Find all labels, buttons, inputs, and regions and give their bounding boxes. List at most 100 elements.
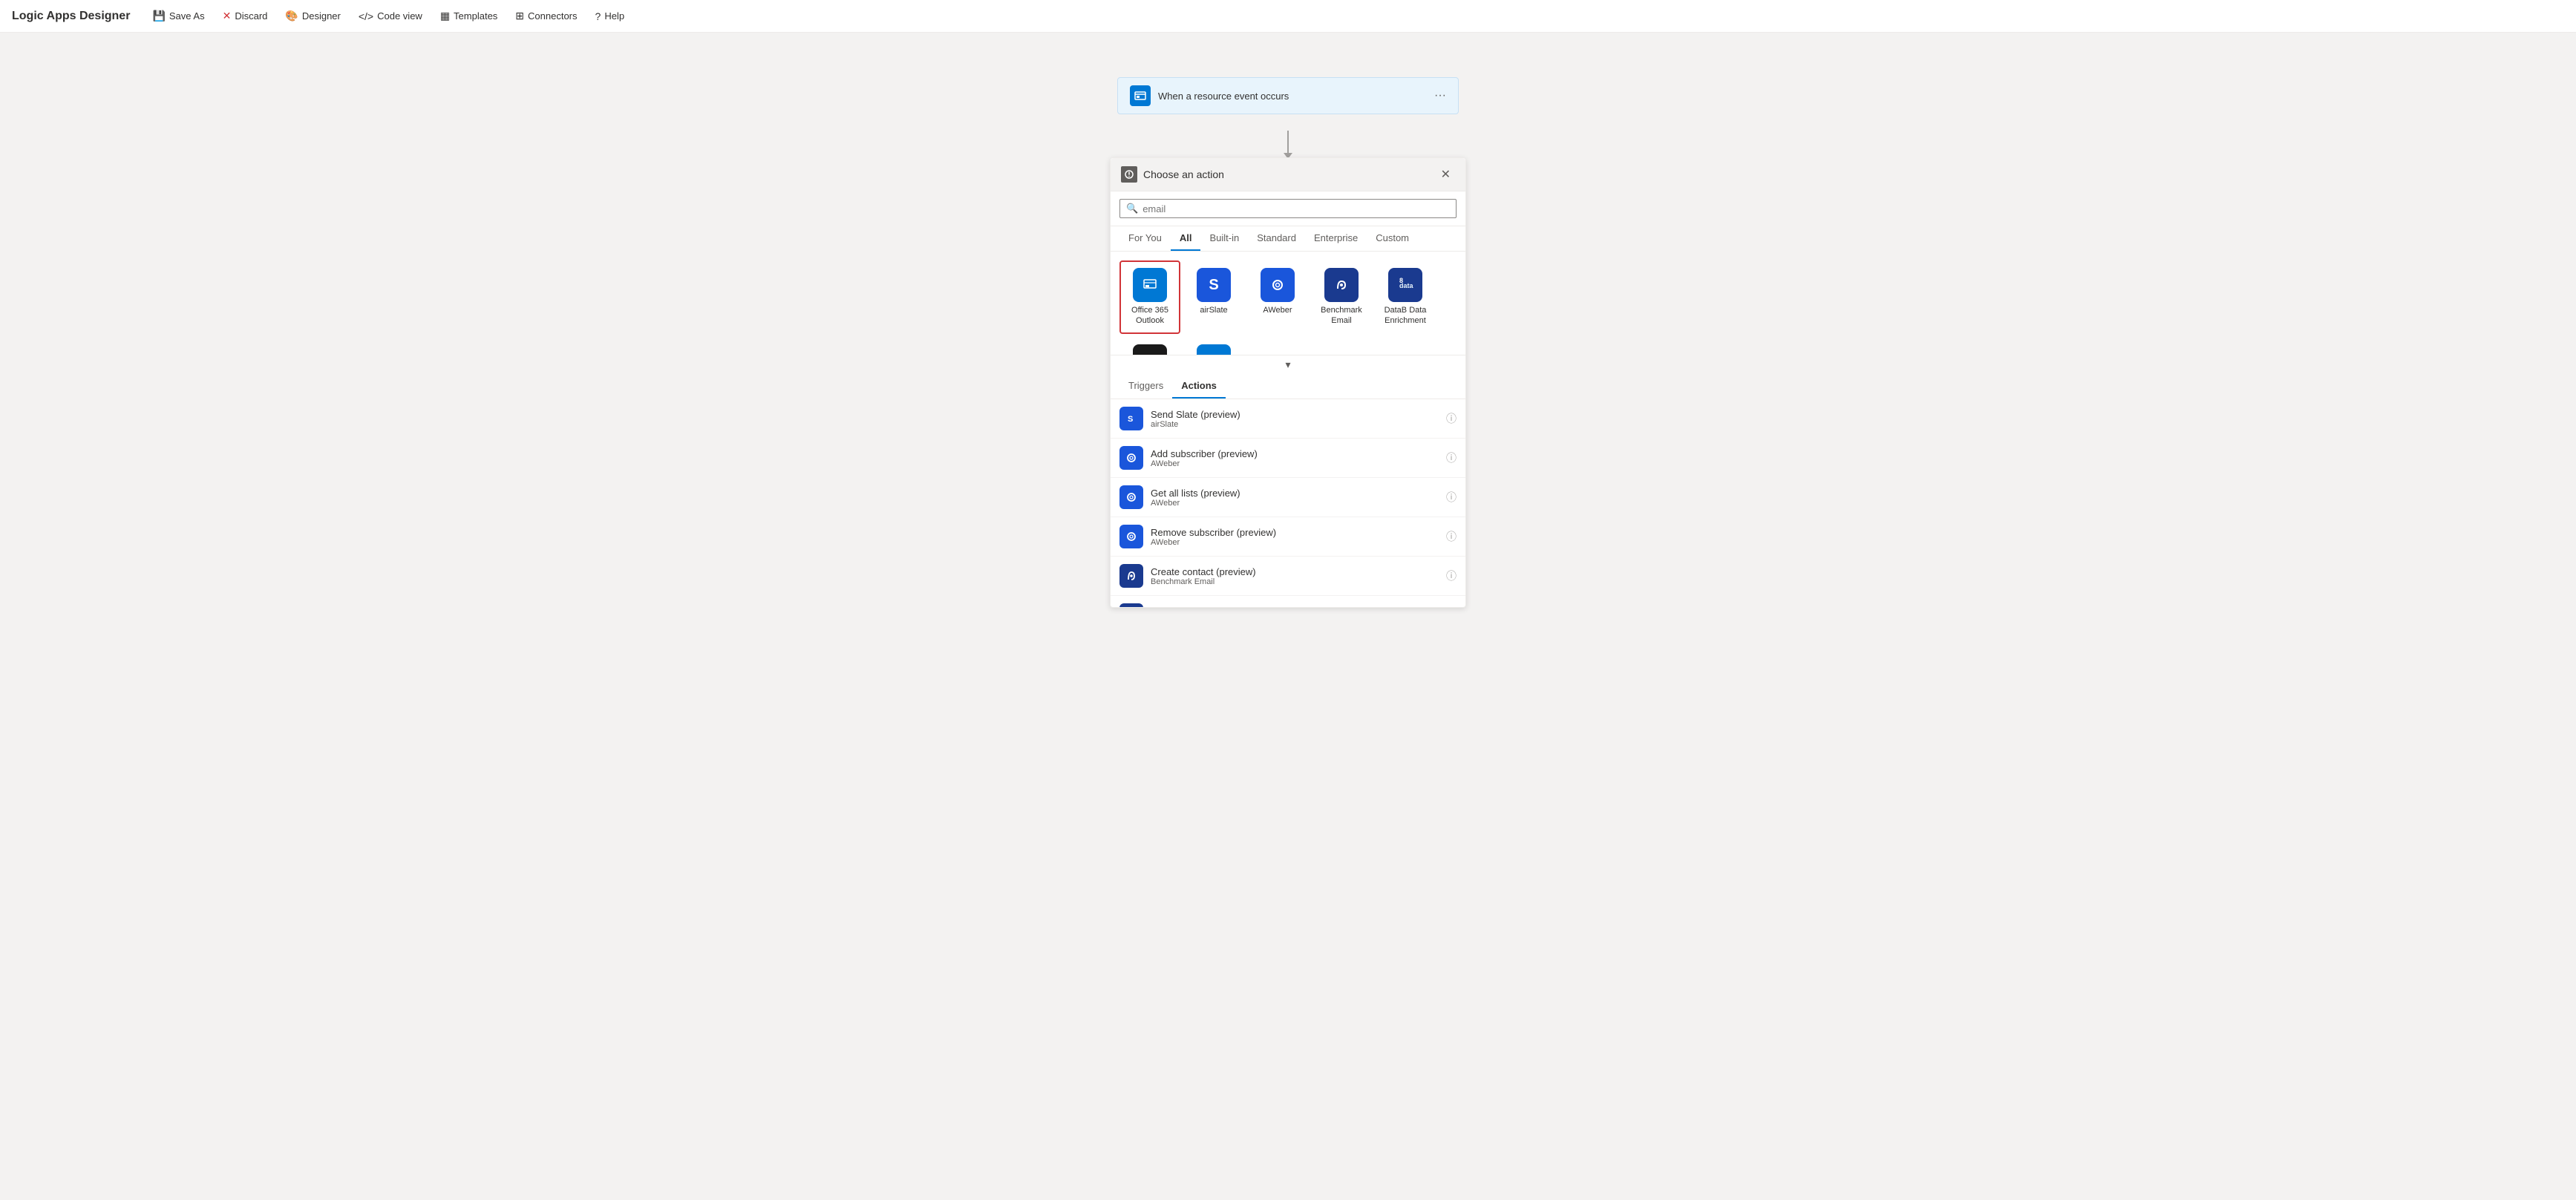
discard-button[interactable]: ✕ Discard <box>215 5 275 27</box>
action-info-icon-remove-subscriber[interactable]: ⓘ <box>1446 529 1457 544</box>
action-icon-create-list <box>1119 603 1143 607</box>
save-icon: 💾 <box>152 10 165 22</box>
action-item-add-subscriber[interactable]: Add subscriber (preview)AWeber ⓘ <box>1111 439 1465 478</box>
search-input[interactable]: email <box>1142 203 1450 214</box>
code-view-label: Code view <box>377 10 422 22</box>
action-item-send-slate[interactable]: S Send Slate (preview)airSlate ⓘ <box>1111 399 1465 439</box>
action-name-remove-subscriber: Remove subscriber (preview) <box>1151 527 1439 538</box>
action-icon-get-all-lists <box>1119 485 1143 509</box>
connectors-button[interactable]: ⊞ Connectors <box>508 5 584 27</box>
connectors-grid: Office 365 Outlook SairSlate AWeber Bench… <box>1111 252 1465 355</box>
actions-list: S Send Slate (preview)airSlate ⓘ Add subs… <box>1111 399 1465 607</box>
sub-tab-triggers[interactable]: Triggers <box>1119 374 1172 399</box>
trigger-title: When a resource event occurs <box>1158 91 1427 102</box>
canvas: When a resource event occurs ··· Choose … <box>0 33 2576 1200</box>
search-box: 🔍 email <box>1111 191 1465 226</box>
discard-icon: ✕ <box>223 10 232 22</box>
trigger-menu-icon[interactable]: ··· <box>1434 89 1446 102</box>
connector-icon-dynamic <box>1197 344 1231 355</box>
sub-tab-actions[interactable]: Actions <box>1172 374 1226 399</box>
connector-aweber[interactable]: AWeber <box>1247 260 1308 334</box>
action-info-icon-create-contact[interactable]: ⓘ <box>1446 568 1457 583</box>
designer-label: Designer <box>302 10 341 22</box>
action-item-remove-subscriber[interactable]: Remove subscriber (preview)AWeber ⓘ <box>1111 517 1465 557</box>
tabs-row: For YouAllBuilt-inStandardEnterpriseCust… <box>1111 226 1465 252</box>
tab-for-you[interactable]: For You <box>1119 226 1171 251</box>
panel-header: Choose an action ✕ <box>1111 158 1465 191</box>
connector-dynamic[interactable]: Dynamic Signal <box>1183 337 1244 355</box>
trigger-block[interactable]: When a resource event occurs ··· <box>1117 77 1459 114</box>
search-icon: 🔍 <box>1126 203 1138 214</box>
connector-icon-dataB: data 8 <box>1388 268 1422 302</box>
chevron-down-icon: ▾ <box>1285 358 1290 371</box>
help-label: Help <box>604 10 624 22</box>
tab-enterprise[interactable]: Enterprise <box>1305 226 1367 251</box>
app-title: Logic Apps Designer <box>12 10 130 23</box>
connector-icon-derdack <box>1133 344 1167 355</box>
connector-label-dataB: DataB Data Enrichment <box>1379 305 1431 327</box>
action-name-create-list: Create list (preview) <box>1151 606 1439 608</box>
connector-label-airslate: airSlate <box>1200 305 1227 315</box>
designer-button[interactable]: 🎨 Designer <box>278 5 347 27</box>
action-icon-add-subscriber <box>1119 446 1143 470</box>
expand-row[interactable]: ▾ <box>1111 355 1465 374</box>
action-name-create-contact: Create contact (preview) <box>1151 566 1439 577</box>
svg-text:8: 8 <box>1399 277 1403 284</box>
action-item-create-list[interactable]: Create list (preview)Benchmark Emailⓘ <box>1111 596 1465 607</box>
action-provider-get-all-lists: AWeber <box>1151 499 1439 508</box>
action-item-get-all-lists[interactable]: Get all lists (preview)AWeber ⓘ <box>1111 478 1465 517</box>
action-text-send-slate: Send Slate (preview)airSlate <box>1151 409 1439 429</box>
action-provider-create-contact: Benchmark Email <box>1151 577 1439 586</box>
tab-standard[interactable]: Standard <box>1248 226 1305 251</box>
connector-icon-aweber <box>1261 268 1295 302</box>
discard-label: Discard <box>235 10 267 22</box>
action-info-icon-get-all-lists[interactable]: ⓘ <box>1446 490 1457 505</box>
search-input-wrap: 🔍 email <box>1119 199 1457 218</box>
designer-icon: 🎨 <box>285 10 298 22</box>
code-view-button[interactable]: </> Code view <box>351 6 430 27</box>
action-provider-send-slate: airSlate <box>1151 420 1439 429</box>
connector-icon-office365 <box>1133 268 1167 302</box>
panel-close-button[interactable]: ✕ <box>1436 165 1455 183</box>
connector-icon-benchmark <box>1324 268 1359 302</box>
panel-header-icon <box>1121 166 1137 183</box>
choose-action-panel: Choose an action ✕ 🔍 email For YouAllBui… <box>1110 157 1466 608</box>
tab-custom[interactable]: Custom <box>1367 226 1418 251</box>
connector-benchmark[interactable]: Benchmark Email <box>1311 260 1372 334</box>
action-provider-add-subscriber: AWeber <box>1151 459 1439 468</box>
help-button[interactable]: ? Help <box>588 6 632 27</box>
action-text-create-list: Create list (preview)Benchmark Email <box>1151 606 1439 608</box>
templates-button[interactable]: ▦ Templates <box>433 5 505 27</box>
connector-label-benchmark: Benchmark Email <box>1315 305 1367 327</box>
connector-airslate[interactable]: SairSlate <box>1183 260 1244 334</box>
action-text-create-contact: Create contact (preview)Benchmark Email <box>1151 566 1439 586</box>
action-name-get-all-lists: Get all lists (preview) <box>1151 488 1439 499</box>
save-as-button[interactable]: 💾 Save As <box>145 5 212 27</box>
action-text-add-subscriber: Add subscriber (preview)AWeber <box>1151 448 1439 468</box>
connector-icon-airslate: S <box>1197 268 1231 302</box>
code-icon: </> <box>359 10 373 22</box>
connectors-label: Connectors <box>528 10 577 22</box>
save-as-label: Save As <box>169 10 205 22</box>
sub-tabs-row: TriggersActions <box>1111 374 1465 399</box>
templates-label: Templates <box>454 10 497 22</box>
action-name-send-slate: Send Slate (preview) <box>1151 409 1439 420</box>
svg-text:S: S <box>1128 415 1133 424</box>
action-text-remove-subscriber: Remove subscriber (preview)AWeber <box>1151 527 1439 547</box>
action-text-get-all-lists: Get all lists (preview)AWeber <box>1151 488 1439 508</box>
connector-label-office365: Office 365 Outlook <box>1124 305 1176 327</box>
panel-header-left: Choose an action <box>1121 166 1224 183</box>
tab-all[interactable]: All <box>1171 226 1201 251</box>
action-icon-remove-subscriber <box>1119 525 1143 548</box>
flow-arrow <box>1284 131 1292 159</box>
arrow-line <box>1287 131 1289 153</box>
action-info-icon-add-subscriber[interactable]: ⓘ <box>1446 450 1457 465</box>
action-info-icon-send-slate[interactable]: ⓘ <box>1446 411 1457 426</box>
tab-built-in[interactable]: Built-in <box>1200 226 1248 251</box>
connector-office365[interactable]: Office 365 Outlook <box>1119 260 1180 334</box>
action-name-add-subscriber: Add subscriber (preview) <box>1151 448 1439 459</box>
action-item-create-contact[interactable]: Create contact (preview)Benchmark Email ⓘ <box>1111 557 1465 596</box>
action-icon-create-contact <box>1119 564 1143 588</box>
connector-dataB[interactable]: data 8 DataB Data Enrichment <box>1375 260 1436 334</box>
connector-derdack[interactable]: Derdack SIGNL4 <box>1119 337 1180 355</box>
